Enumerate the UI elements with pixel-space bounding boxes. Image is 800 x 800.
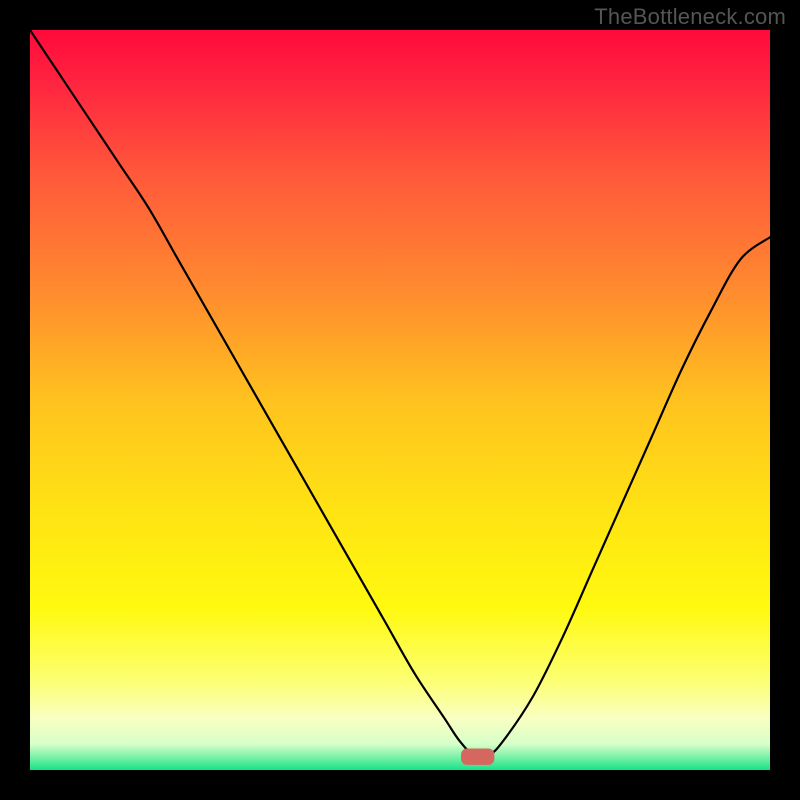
optimum-marker (461, 749, 494, 765)
gradient-background (30, 30, 770, 770)
plot-svg (30, 30, 770, 770)
plot-area (30, 30, 770, 770)
chart-frame: TheBottleneck.com (0, 0, 800, 800)
watermark-text: TheBottleneck.com (594, 4, 786, 30)
